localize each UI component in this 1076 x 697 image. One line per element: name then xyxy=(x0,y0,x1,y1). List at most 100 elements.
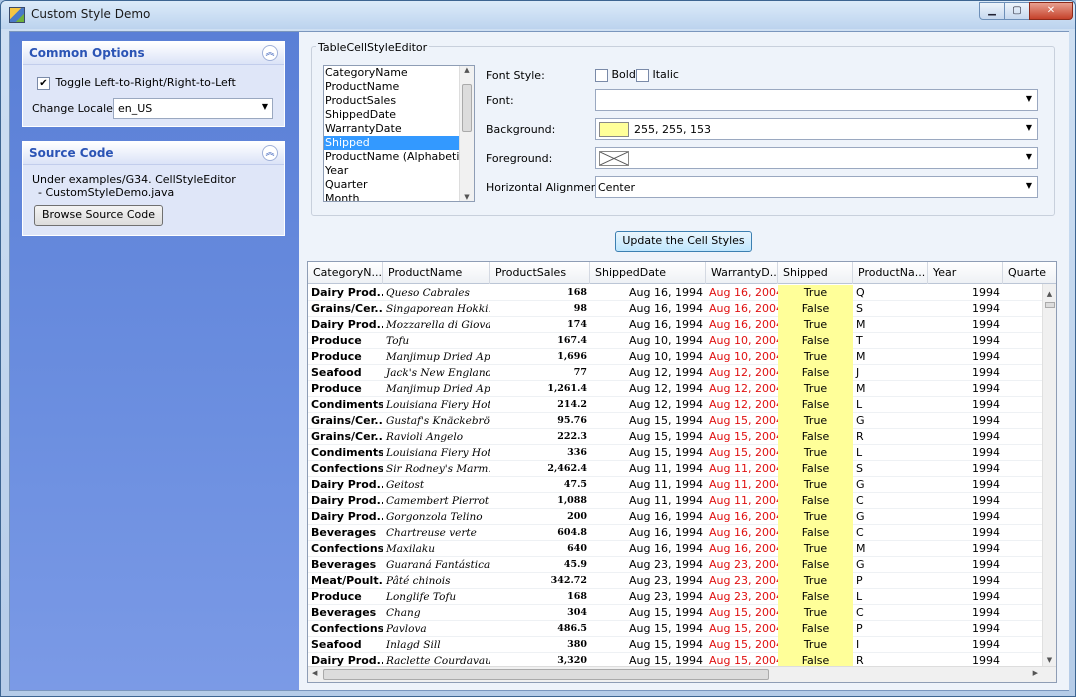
background-select[interactable]: 255, 255, 153 ▼ xyxy=(595,118,1038,140)
update-cell-styles-button[interactable]: Update the Cell Styles xyxy=(615,231,752,252)
table-cell: Aug 16, 1994 xyxy=(629,526,703,539)
table-row[interactable]: Meat/Poult...Pâté chinois 342.72 Aug 23, 1… xyxy=(308,573,1044,589)
column-list-item[interactable]: Year xyxy=(324,164,474,178)
scroll-left-icon[interactable]: ◀ xyxy=(312,669,317,677)
column-header[interactable]: Shipped xyxy=(778,262,853,284)
column-header[interactable]: Year xyxy=(928,262,1003,284)
table-row[interactable]: Beverages Guaraná Fantástica 45.9 Aug 23, 1… xyxy=(308,557,1044,573)
maximize-button[interactable]: ▢ xyxy=(1004,2,1030,20)
toggle-rtl-option[interactable]: ✔ Toggle Left-to-Right/Right-to-Left xyxy=(37,76,236,90)
scroll-thumb[interactable] xyxy=(323,669,769,680)
column-list-item[interactable]: ProductSales xyxy=(324,94,474,108)
bold-checkbox[interactable] xyxy=(595,68,608,82)
table-cell: P xyxy=(856,574,863,587)
table-row[interactable]: CondimentsLouisiana Fiery Hot... 336 Aug 1… xyxy=(308,445,1044,461)
source-code-header[interactable]: Source Code ︽ xyxy=(23,142,284,165)
table-cell: S xyxy=(856,302,863,315)
collapse-icon[interactable]: ︽ xyxy=(262,145,278,161)
table-cell: Longlife Tofu xyxy=(386,591,457,603)
table-row[interactable]: Dairy Prod... Queso Cabrales 168 Aug 16, 19… xyxy=(308,285,1044,301)
common-options-header[interactable]: Common Options ︽ xyxy=(23,42,284,65)
table-row[interactable]: Beverages Chang 304 Aug 15, 1994 Aug 15, 200… xyxy=(308,605,1044,621)
column-list-item[interactable]: WarrantyDate xyxy=(324,122,474,136)
table-row[interactable]: CondimentsLouisiana Fiery Hot... 214.2 Aug… xyxy=(308,397,1044,413)
column-header[interactable]: ProductNa... xyxy=(853,262,928,284)
table-cell: 1994 xyxy=(972,526,1000,539)
table-cell: 1,696 xyxy=(557,351,587,362)
column-list-item[interactable]: ProductName (Alphabetical) xyxy=(324,150,474,164)
italic-checkbox[interactable] xyxy=(636,68,649,82)
table-row[interactable]: Produce Manjimup Dried Ap... 1,261.4 Aug 12… xyxy=(308,381,1044,397)
table-row[interactable]: Dairy Prod... Geitost 47.5 Aug 11, 1994 Aug … xyxy=(308,477,1044,493)
table-cell: Aug 15, 2004 xyxy=(709,430,778,443)
table-cell: Seafood xyxy=(311,366,362,379)
table-row[interactable]: Grains/Cer... Ravioli Angelo 222.3 Aug 15, … xyxy=(308,429,1044,445)
table-row[interactable]: Confections Pavlova 486.5 Aug 15, 1994 Aug 1… xyxy=(308,621,1044,637)
bold-label: Bold xyxy=(611,68,636,81)
scroll-thumb[interactable] xyxy=(1045,302,1055,308)
table-cell: Dairy Prod... xyxy=(311,478,383,491)
table-cell: 1994 xyxy=(972,302,1000,315)
column-list-item[interactable]: Shipped xyxy=(324,136,474,150)
italic-option[interactable]: Italic xyxy=(636,68,679,82)
scroll-down-icon[interactable]: ▼ xyxy=(460,193,474,201)
table-row[interactable]: Grains/Cer... Gustaf's Knäckebröd 95.76 Aug… xyxy=(308,413,1044,429)
scroll-down-icon[interactable]: ▼ xyxy=(1043,656,1056,664)
table-horizontal-scrollbar[interactable]: ◀ ▶ xyxy=(308,666,1056,682)
chevron-down-icon: ▼ xyxy=(1025,94,1032,103)
bold-option[interactable]: Bold xyxy=(595,68,636,82)
column-list-item[interactable]: CategoryName xyxy=(324,66,474,80)
column-header[interactable]: ProductSales xyxy=(490,262,590,284)
column-header[interactable]: Quarte xyxy=(1003,262,1056,284)
column-list-item[interactable]: Month xyxy=(324,192,474,201)
column-list-item[interactable]: ProductName xyxy=(324,80,474,94)
table-row[interactable]: Produce Tofu 167.4 Aug 10, 1994 Aug 10, 2004… xyxy=(308,333,1044,349)
column-list-item[interactable]: Quarter xyxy=(324,178,474,192)
table-row[interactable]: Produce Manjimup Dried Ap... 1,696 Aug 10, … xyxy=(308,349,1044,365)
list-scrollbar[interactable]: ▲ ▼ xyxy=(459,66,474,201)
table-cell: 640 xyxy=(567,543,587,554)
table-row[interactable]: Dairy Prod... Camembert Pierrot 1,088 Aug 1… xyxy=(308,493,1044,509)
table-vertical-scrollbar[interactable]: ▲ ▼ xyxy=(1042,284,1056,666)
column-list[interactable]: CategoryName ProductName ProductSales Shipp… xyxy=(323,65,475,202)
table-cell: Aug 11, 1994 xyxy=(629,478,703,491)
title-bar[interactable]: Custom Style Demo ▁ ▢ ✕ xyxy=(1,1,1075,29)
table-row[interactable]: Produce Longlife Tofu 168 Aug 23, 1994 Aug 2… xyxy=(308,589,1044,605)
minimize-button[interactable]: ▁ xyxy=(979,2,1005,20)
column-header[interactable]: CategoryN... xyxy=(308,262,383,284)
table-cell: True xyxy=(778,349,853,365)
scroll-up-icon[interactable]: ▲ xyxy=(460,66,474,74)
table-cell: G xyxy=(856,478,865,491)
table-row[interactable]: Beverages Chartreuse verte 604.8 Aug 16, 19… xyxy=(308,525,1044,541)
locale-select[interactable]: en_US ▼ xyxy=(113,98,273,119)
scroll-right-icon[interactable]: ▶ xyxy=(1033,669,1038,677)
table-row[interactable]: Dairy Prod... Gorgonzola Telino 200 Aug 16,… xyxy=(308,509,1044,525)
table-cell: True xyxy=(778,541,853,557)
scroll-thumb[interactable] xyxy=(462,84,472,132)
scroll-up-icon[interactable]: ▲ xyxy=(1043,290,1056,298)
close-button[interactable]: ✕ xyxy=(1029,2,1073,20)
table-row[interactable]: Seafood Jack's New England... 77 Aug 12, 19… xyxy=(308,365,1044,381)
foreground-select[interactable]: ▼ xyxy=(595,147,1038,169)
column-header[interactable]: ProductName xyxy=(383,262,490,284)
table-cell: Inlagd Sill xyxy=(386,639,441,651)
table-row[interactable]: Dairy Prod...Mozzarella di Giovanni 174 Au… xyxy=(308,317,1044,333)
chevron-down-icon: ▼ xyxy=(1025,123,1032,132)
table-row[interactable]: Seafood Inlagd Sill 380 Aug 15, 1994 Aug 15,… xyxy=(308,637,1044,653)
column-list-item[interactable]: ShippedDate xyxy=(324,108,474,122)
column-header[interactable]: ShippedDate xyxy=(590,262,706,284)
table-row[interactable]: Grains/Cer... Singaporean Hokki... 98 Aug 1… xyxy=(308,301,1044,317)
font-select[interactable]: ▼ xyxy=(595,89,1038,111)
toggle-rtl-checkbox[interactable]: ✔ xyxy=(37,76,50,90)
table-cell: Manjimup Dried Ap... xyxy=(386,351,490,363)
collapse-icon[interactable]: ︽ xyxy=(262,45,278,61)
alignment-select[interactable]: Center ▼ xyxy=(595,176,1038,198)
chevron-down-icon: ▼ xyxy=(1025,152,1032,161)
table-header: CategoryN... ProductName ProductSales Shipp… xyxy=(308,262,1056,284)
client-area: Common Options ︽ ✔ Toggle Left-to-Right/… xyxy=(9,31,1069,691)
column-header[interactable]: WarrantyD... xyxy=(706,262,778,284)
table-row[interactable]: Confections Maxilaku 640 Aug 16, 1994 Aug 16… xyxy=(308,541,1044,557)
table-cell: Aug 15, 1994 xyxy=(629,446,703,459)
table-row[interactable]: Confections Sir Rodney's Marm... 2,462.4 Au… xyxy=(308,461,1044,477)
browse-source-button[interactable]: Browse Source Code xyxy=(34,205,163,226)
